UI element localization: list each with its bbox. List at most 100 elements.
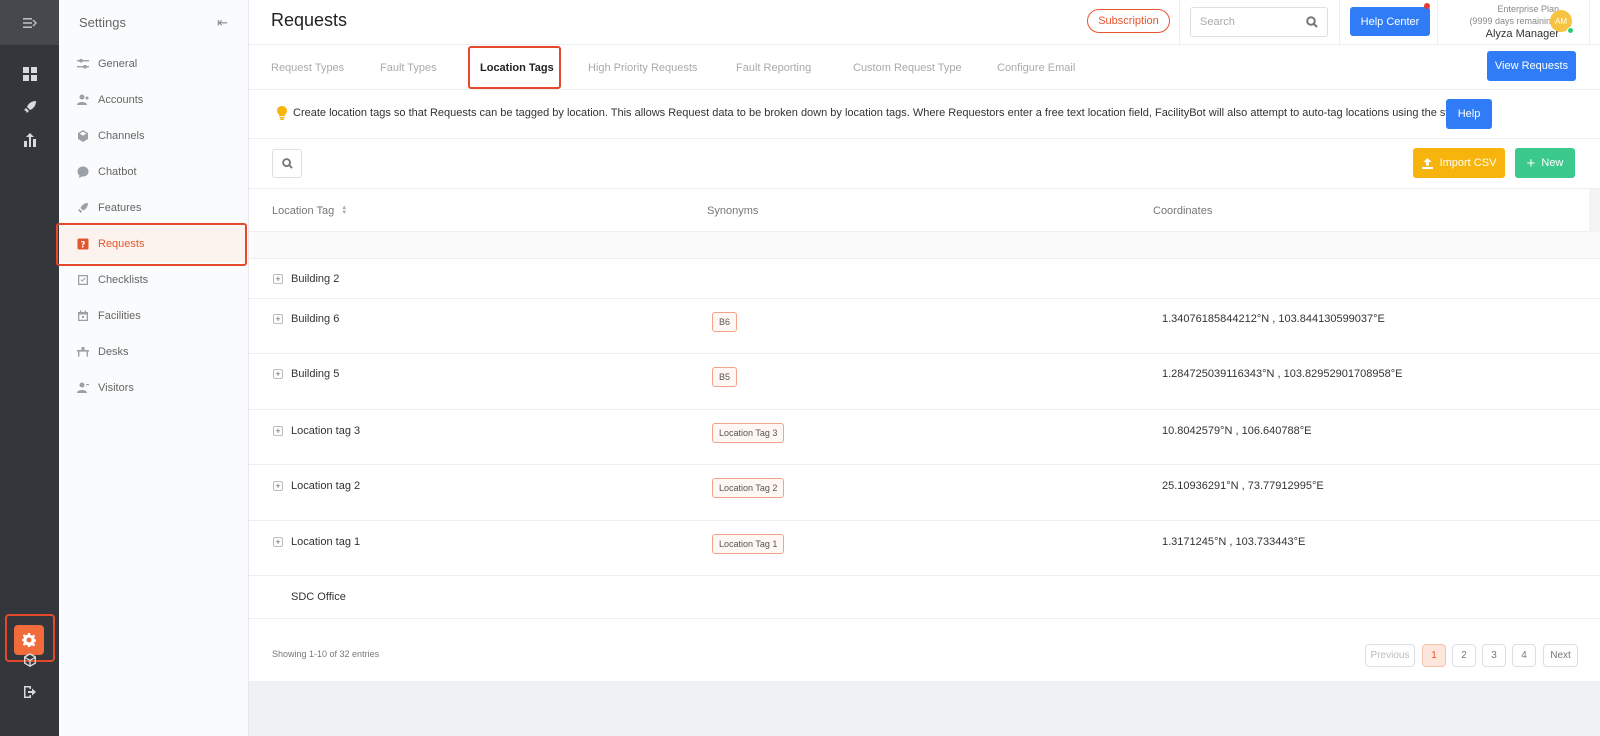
- sort-icon[interactable]: ▲ ▼: [341, 205, 347, 216]
- header-divider: [1339, 0, 1340, 45]
- expand-row-icon[interactable]: +: [273, 537, 283, 547]
- header-search[interactable]: [1190, 7, 1328, 37]
- sidebar-item-desks[interactable]: Desks: [76, 334, 129, 370]
- sidebar-item-label: Checklists: [98, 274, 149, 286]
- cube-icon: [23, 653, 36, 667]
- plan-name: Enterprise Plan: [1497, 4, 1559, 14]
- coordinates-value: 1.34076185844212°N , 103.844130599037°E: [1162, 313, 1385, 325]
- location-tag-name: Building 5: [291, 368, 340, 380]
- column-location-tag[interactable]: Location Tag ▲ ▼: [272, 189, 347, 232]
- table-spacer-row: [249, 232, 1600, 259]
- sidebar-item-checklists[interactable]: Checklists: [76, 262, 148, 298]
- checklist-icon: [76, 273, 90, 287]
- previous-page-button[interactable]: Previous: [1365, 644, 1415, 667]
- location-tag-name: Location tag 2: [291, 480, 361, 492]
- modules-nav[interactable]: [0, 646, 59, 674]
- expand-rail-button[interactable]: [0, 0, 59, 45]
- table-header: Location Tag ▲ ▼ Synonyms Coordinates: [249, 189, 1589, 232]
- coordinates-value: 10.8042579°N , 106.640788°E: [1162, 425, 1312, 437]
- help-button[interactable]: Help: [1446, 99, 1492, 129]
- page-1-button[interactable]: 1: [1422, 644, 1446, 667]
- table-row[interactable]: + Location tag 2 Location Tag 2 25.10936…: [249, 465, 1600, 521]
- search-input[interactable]: [1200, 16, 1300, 28]
- sidebar-item-general[interactable]: General: [76, 46, 137, 82]
- page-3-button[interactable]: 3: [1482, 644, 1506, 667]
- requests-nav[interactable]: [0, 93, 59, 121]
- location-tag-name: Location tag 3: [291, 425, 361, 437]
- tab-request-types[interactable]: Request Types: [271, 45, 344, 90]
- new-button[interactable]: + New: [1515, 148, 1575, 178]
- synonym-badge: B5: [712, 367, 738, 387]
- info-bar: Create location tags so that Requests ca…: [249, 90, 1600, 139]
- column-coordinates: Coordinates: [1153, 204, 1213, 217]
- sidebar-item-label: General: [98, 58, 138, 70]
- content-background: [249, 681, 1600, 736]
- search-icon: [1306, 16, 1318, 28]
- requests-highlight: [56, 223, 247, 266]
- request-tabs: Request Types Fault Types Location Tags …: [249, 45, 1600, 90]
- table-row[interactable]: + Building 6 B6 1.34076185844212°N , 103…: [249, 299, 1600, 354]
- table-row[interactable]: + Building 2: [249, 259, 1600, 299]
- sidebar-item-label: Visitors: [98, 382, 134, 394]
- table-search-button[interactable]: [272, 149, 302, 178]
- tab-custom-request-type[interactable]: Custom Request Type: [853, 45, 962, 90]
- import-csv-button[interactable]: Import CSV: [1413, 148, 1505, 178]
- tab-configure-email[interactable]: Configure Email: [997, 45, 1075, 90]
- desk-icon: [76, 345, 90, 359]
- synonym-badge: Location Tag 2: [712, 478, 785, 498]
- synonym-badge: Location Tag 1: [712, 534, 785, 554]
- expand-row-icon[interactable]: +: [273, 314, 283, 324]
- page-2-button[interactable]: 2: [1452, 644, 1476, 667]
- expand-row-icon[interactable]: +: [273, 481, 283, 491]
- sidebar-item-label: Chatbot: [98, 166, 137, 178]
- logout-nav[interactable]: [0, 678, 59, 706]
- analytics-icon: [23, 133, 36, 147]
- expand-row-icon[interactable]: +: [273, 426, 283, 436]
- expand-row-icon[interactable]: +: [273, 369, 283, 379]
- synonym-badge: Location Tag 3: [712, 423, 785, 443]
- subscription-button[interactable]: Subscription: [1087, 9, 1170, 33]
- coordinates-value: 25.10936291°N , 73.77912995°E: [1162, 480, 1324, 492]
- sidebar-item-facilities[interactable]: Facilities: [76, 298, 141, 334]
- location-tags-highlight: [468, 46, 561, 89]
- view-requests-button[interactable]: View Requests: [1487, 51, 1576, 81]
- coordinates-value: 1.284725039116343°N , 103.82952901708958…: [1162, 368, 1403, 380]
- sidebar-item-label: Features: [98, 202, 142, 214]
- tab-fault-types[interactable]: Fault Types: [380, 45, 437, 90]
- sidebar-item-features[interactable]: Features: [76, 190, 141, 226]
- column-synonyms: Synonyms: [707, 204, 759, 217]
- table-row[interactable]: + Location tag 1 Location Tag 1 1.317124…: [249, 521, 1600, 576]
- table-row[interactable]: + Location tag 3 Location Tag 3 10.80425…: [249, 410, 1600, 465]
- plan-info: Enterprise Plan (9999 days remaining) Al…: [1429, 3, 1559, 40]
- next-page-button[interactable]: Next: [1543, 644, 1578, 667]
- import-csv-label: Import CSV: [1439, 157, 1497, 169]
- header-divider: [1179, 0, 1180, 45]
- tab-fault-reporting[interactable]: Fault Reporting: [736, 45, 811, 90]
- sidebar-item-visitors[interactable]: Visitors: [76, 370, 134, 406]
- sliders-icon: [76, 57, 90, 71]
- sidebar-item-accounts[interactable]: Accounts: [76, 82, 143, 118]
- online-status-dot: [1567, 27, 1574, 34]
- help-center-button[interactable]: Help Center: [1350, 7, 1430, 36]
- users-icon: [76, 93, 90, 107]
- chat-icon: [76, 165, 90, 179]
- table-row[interactable]: + Building 5 B5 1.284725039116343°N , 10…: [249, 354, 1600, 410]
- expand-row-icon[interactable]: +: [273, 274, 283, 284]
- sidebar-item-chatbot[interactable]: Chatbot: [76, 154, 137, 190]
- info-text: Create location tags so that Requests ca…: [293, 107, 1493, 119]
- dashboard-nav[interactable]: [0, 60, 59, 88]
- sidebar-item-channels[interactable]: Channels: [76, 118, 144, 154]
- location-tag-name: Building 6: [291, 313, 340, 325]
- top-header: Requests Subscription Help Center Enterp…: [249, 0, 1600, 45]
- app-rail: [0, 0, 59, 736]
- tab-high-priority-requests[interactable]: High Priority Requests: [588, 45, 697, 90]
- calendar-icon: [76, 309, 90, 323]
- cube-icon: [76, 129, 90, 143]
- sidebar-item-label: Desks: [98, 346, 129, 358]
- table-row[interactable]: SDC Office: [249, 576, 1600, 619]
- analytics-nav[interactable]: [0, 126, 59, 154]
- location-tag-name: Location tag 1: [291, 536, 361, 548]
- rocket-icon: [23, 101, 36, 113]
- page-4-button[interactable]: 4: [1512, 644, 1536, 667]
- collapse-sidebar-icon[interactable]: ⇤: [217, 15, 228, 31]
